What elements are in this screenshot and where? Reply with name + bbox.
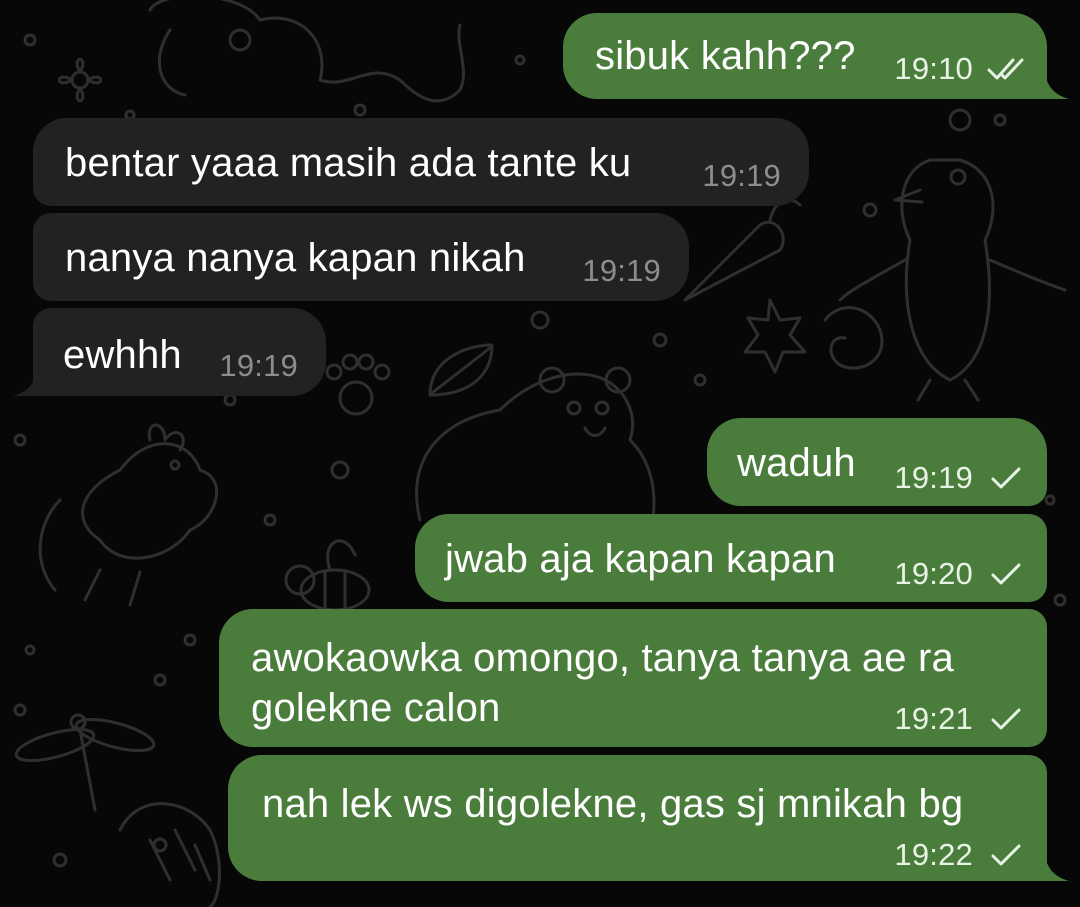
message-text: nanya nanya kapan nikah bbox=[65, 236, 526, 280]
flower-doodle bbox=[57, 57, 103, 103]
chicken-doodle bbox=[38, 423, 219, 607]
message-text: awokaowka omongo, tanya tanya ae ra gole… bbox=[251, 636, 954, 730]
message-time: 19:22 bbox=[894, 837, 973, 872]
message-bubble-incoming[interactable]: bentar yaaa masih ada tante ku 19:19 bbox=[33, 118, 809, 206]
message-bubble-incoming[interactable]: nanya nanya kapan nikah 19:19 bbox=[33, 213, 689, 301]
message-text: waduh bbox=[737, 441, 856, 485]
message-bubble-outgoing[interactable]: awokaowka omongo, tanya tanya ae ra gole… bbox=[219, 609, 1047, 747]
star-flower-doodle bbox=[743, 298, 807, 374]
bee-doodle bbox=[284, 539, 371, 612]
paw-doodle bbox=[325, 353, 391, 416]
single-check-icon bbox=[987, 706, 1025, 732]
carrot-doodle bbox=[683, 198, 802, 302]
single-check-icon bbox=[987, 465, 1025, 491]
zebra-doodle bbox=[118, 802, 221, 907]
message-time: 19:19 bbox=[219, 348, 298, 383]
message-time: 19:19 bbox=[582, 253, 661, 288]
message-text: nah lek ws digolekne, gas sj mnikah bg bbox=[262, 782, 964, 826]
elephant-doodle bbox=[148, 0, 465, 103]
message-time: 19:10 bbox=[894, 51, 973, 86]
message-time: 19:21 bbox=[894, 701, 973, 736]
dragonfly-doodle bbox=[14, 713, 156, 812]
message-bubble-outgoing[interactable]: waduh 19:19 bbox=[707, 418, 1047, 506]
shell-doodle bbox=[823, 306, 884, 370]
bubble-tail bbox=[13, 370, 37, 396]
message-bubble-outgoing[interactable]: jwab aja kapan kapan 19:20 bbox=[415, 514, 1047, 602]
message-bubble-incoming[interactable]: ewhhh 19:19 bbox=[13, 308, 326, 396]
leaf-doodle bbox=[428, 343, 494, 397]
message-text: jwab aja kapan kapan bbox=[445, 537, 836, 581]
penguin-doodle bbox=[838, 158, 1067, 402]
bubble-tail bbox=[1045, 855, 1069, 881]
double-check-icon bbox=[987, 56, 1025, 82]
message-time: 19:19 bbox=[702, 158, 781, 193]
single-check-icon bbox=[987, 842, 1025, 868]
message-text: sibuk kahh??? bbox=[595, 34, 856, 78]
message-time: 19:19 bbox=[894, 460, 973, 495]
bubble-tail bbox=[1045, 73, 1069, 99]
message-text: bentar yaaa masih ada tante ku bbox=[65, 141, 632, 185]
message-bubble-outgoing[interactable]: sibuk kahh??? 19:10 bbox=[563, 13, 1069, 99]
message-text: ewhhh bbox=[63, 333, 182, 377]
message-time: 19:20 bbox=[894, 556, 973, 591]
single-check-icon bbox=[987, 561, 1025, 587]
message-bubble-outgoing[interactable]: nah lek ws digolekne, gas sj mnikah bg 1… bbox=[228, 755, 1069, 881]
